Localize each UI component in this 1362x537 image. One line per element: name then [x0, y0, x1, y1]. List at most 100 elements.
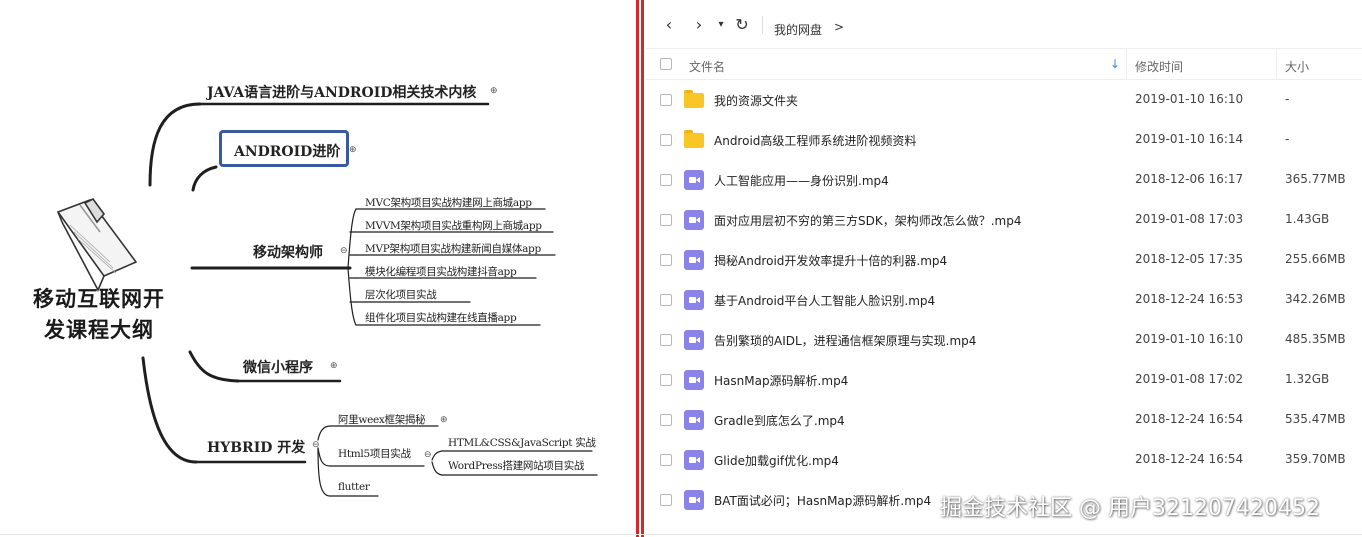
file-size: - [1285, 92, 1290, 106]
architect-item[interactable]: MVC架构项目实战构建网上商城app [365, 195, 532, 210]
row-checkbox[interactable] [660, 254, 672, 266]
column-header-modified[interactable]: 修改时间 [1135, 58, 1183, 75]
file-row[interactable]: HasnMap源码解析.mp4 2019-01-08 17:02 1.32GB [646, 360, 1362, 400]
back-arrow-icon[interactable]: ‹ [662, 16, 676, 34]
file-name[interactable]: 告别繁琐的AIDL，进程通信框架原理与实现.mp4 [714, 332, 976, 349]
breadcrumb-arrow-icon[interactable]: > [834, 20, 844, 34]
file-size: 255.66MB [1285, 252, 1346, 266]
row-checkbox[interactable] [660, 294, 672, 306]
branch-java[interactable]: JAVA语言进阶与ANDROID相关技术内核 [207, 82, 476, 102]
hybrid-item-flutter[interactable]: flutter [338, 481, 370, 493]
row-checkbox[interactable] [660, 494, 672, 506]
file-name[interactable]: 基于Android平台人工智能人脸识别.mp4 [714, 292, 935, 309]
row-checkbox[interactable] [660, 414, 672, 426]
branch-hybrid[interactable]: HYBRID 开发 [207, 437, 305, 457]
architect-item[interactable]: 组件化项目实战构建在线直播app [365, 310, 517, 325]
file-name[interactable]: BAT面试必问；HasnMap源码解析.mp4 [714, 492, 931, 509]
architect-item[interactable]: 模块化编程项目实战构建抖音app [365, 264, 517, 279]
video-file-icon [684, 490, 704, 510]
video-file-icon [684, 250, 704, 270]
video-file-icon [684, 330, 704, 350]
file-name[interactable]: Gradle到底怎么了.mp4 [714, 412, 845, 429]
file-size: 535.47MB [1285, 412, 1346, 426]
file-row[interactable]: Gradle到底怎么了.mp4 2018-12-24 16:54 535.47MB [646, 400, 1362, 440]
file-name[interactable]: HasnMap源码解析.mp4 [714, 372, 848, 389]
collapse-toggle-icon[interactable]: ⊖ [424, 451, 432, 460]
file-size: 1.43GB [1285, 212, 1330, 226]
column-header-size[interactable]: 大小 [1285, 58, 1309, 75]
html5-item[interactable]: WordPress搭建网站项目实战 [448, 458, 584, 473]
video-file-icon [684, 170, 704, 190]
expand-toggle-icon[interactable]: ⊕ [349, 146, 357, 155]
central-topic-line2: 发课程大纲 [44, 318, 154, 342]
file-size: 1.32GB [1285, 372, 1330, 386]
file-modified-date: 2019-01-08 17:02 [1135, 372, 1244, 386]
architect-item[interactable]: 层次化项目实战 [365, 287, 437, 302]
file-row[interactable]: 基于Android平台人工智能人脸识别.mp4 2018-12-24 16:53 3… [646, 280, 1362, 320]
file-row[interactable]: Android高级工程师系统进阶视频资料 2019-01-10 16:14 - [646, 120, 1362, 160]
file-modified-date: 2019-01-10 16:10 [1135, 332, 1244, 346]
expand-toggle-icon[interactable]: ⊕ [490, 87, 498, 96]
sort-down-icon[interactable]: ↓ [1110, 57, 1120, 71]
branch-miniprogram[interactable]: 微信小程序 [243, 357, 313, 377]
file-modified-date: 2019-01-10 16:10 [1135, 92, 1244, 106]
file-name[interactable]: 揭秘Android开发效率提升十倍的利器.mp4 [714, 252, 947, 269]
history-dropdown-icon[interactable]: ▾ [716, 16, 726, 34]
breadcrumb-my-drive[interactable]: 我的网盘 [774, 21, 822, 38]
toolbar: ‹ › ▾ ↻ 我的网盘 > [646, 0, 1362, 48]
column-divider[interactable] [1276, 49, 1277, 80]
file-manager-panel: ‹ › ▾ ↻ 我的网盘 > 文件名 ↓ 修改时间 大小 我的资源文件夹 2019… [646, 0, 1362, 537]
file-name[interactable]: Android高级工程师系统进阶视频资料 [714, 132, 916, 149]
row-checkbox[interactable] [660, 374, 672, 386]
refresh-icon[interactable]: ↻ [734, 16, 750, 34]
video-file-icon [684, 210, 704, 230]
file-modified-date: 2018-12-06 16:17 [1135, 172, 1244, 186]
folder-icon [684, 90, 704, 108]
file-size: 365.77MB [1285, 172, 1346, 186]
file-row[interactable]: 人工智能应用——身份识别.mp4 2018-12-06 16:17 365.77MB [646, 160, 1362, 200]
file-row[interactable]: Glide加载gif优化.mp4 2018-12-24 16:54 359.70MB [646, 440, 1362, 480]
html5-item[interactable]: HTML&CSS&JavaScript 实战 [448, 435, 596, 450]
file-row[interactable]: 我的资源文件夹 2019-01-10 16:10 - [646, 80, 1362, 120]
file-name[interactable]: Glide加载gif优化.mp4 [714, 452, 839, 469]
file-name[interactable]: 面对应用层初不穷的第三方SDK，架构师改怎么做？.mp4 [714, 212, 1021, 229]
row-checkbox[interactable] [660, 174, 672, 186]
expand-toggle-icon[interactable]: ⊕ [330, 362, 338, 371]
branch-architect[interactable]: 移动架构师 [253, 242, 323, 262]
forward-arrow-icon[interactable]: › [692, 16, 706, 34]
video-file-icon [684, 450, 704, 470]
video-file-icon [684, 410, 704, 430]
branch-android[interactable]: ANDROID进阶 [234, 141, 340, 161]
file-size: 485.35MB [1285, 332, 1346, 346]
collapse-toggle-icon[interactable]: ⊖ [312, 441, 320, 450]
file-size: - [1285, 132, 1290, 146]
column-divider[interactable] [1126, 49, 1127, 80]
watermark: 掘金技术社区 @ 用户3212074204​52 [940, 496, 1320, 521]
row-checkbox[interactable] [660, 214, 672, 226]
folder-icon [684, 130, 704, 148]
row-checkbox[interactable] [660, 454, 672, 466]
file-row[interactable]: 告别繁琐的AIDL，进程通信框架原理与实现.mp4 2019-01-10 16:1… [646, 320, 1362, 360]
hybrid-item-weex[interactable]: 阿里weex框架揭秘 [338, 412, 426, 427]
hybrid-item-html5[interactable]: Html5项目实战 [338, 446, 411, 461]
red-separator-frame [636, 0, 644, 537]
column-header-name[interactable]: 文件名 [689, 58, 725, 75]
file-modified-date: 2019-01-10 16:14 [1135, 132, 1244, 146]
file-name[interactable]: 人工智能应用——身份识别.mp4 [714, 172, 889, 189]
expand-toggle-icon[interactable]: ⊕ [440, 416, 448, 425]
row-checkbox[interactable] [660, 334, 672, 346]
file-row[interactable]: 揭秘Android开发效率提升十倍的利器.mp4 2018-12-05 17:35… [646, 240, 1362, 280]
file-row[interactable]: 面对应用层初不穷的第三方SDK，架构师改怎么做？.mp4 2019-01-08 1… [646, 200, 1362, 240]
file-name[interactable]: 我的资源文件夹 [714, 92, 798, 109]
video-file-icon [684, 370, 704, 390]
collapse-toggle-icon[interactable]: ⊖ [340, 247, 348, 256]
central-topic[interactable]: 移动互联网开 发课程大纲 [20, 284, 178, 346]
file-modified-date: 2018-12-05 17:35 [1135, 252, 1244, 266]
architect-item[interactable]: MVVM架构项目实战重构网上商城app [365, 218, 542, 233]
mind-map-connectors [56, 102, 598, 497]
video-file-icon [684, 290, 704, 310]
row-checkbox[interactable] [660, 94, 672, 106]
row-checkbox[interactable] [660, 134, 672, 146]
architect-item[interactable]: MVP架构项目实战构建新闻自媒体app [365, 241, 541, 256]
select-all-checkbox[interactable] [660, 58, 672, 70]
